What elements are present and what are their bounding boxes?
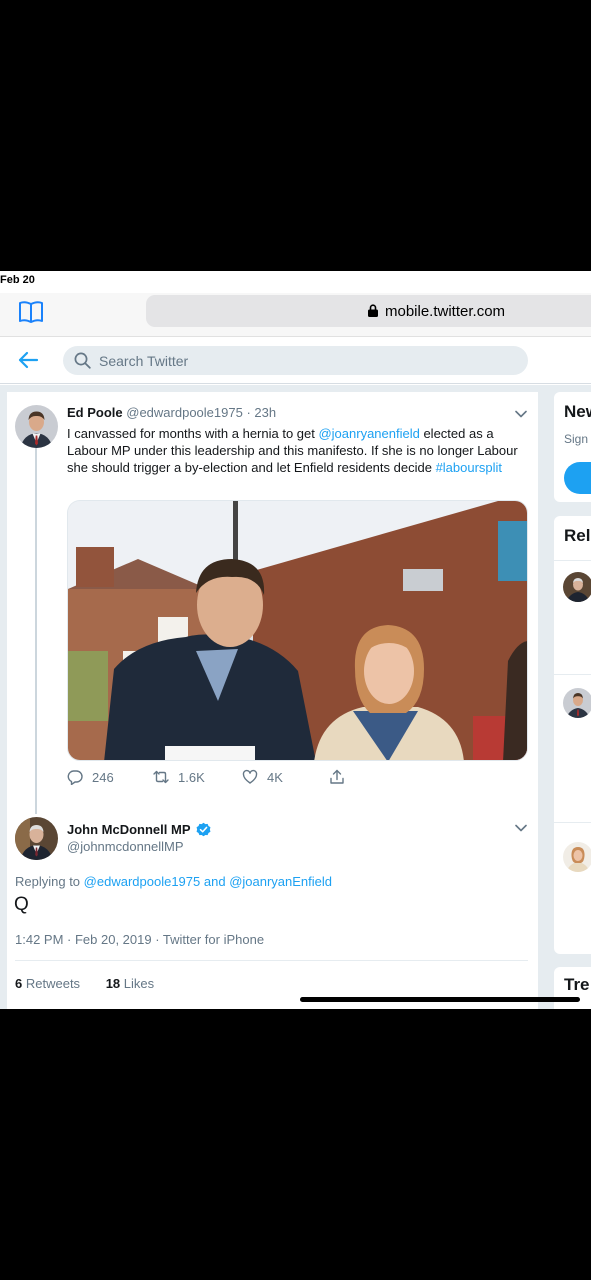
- likes-stat[interactable]: 18 Likes: [106, 976, 154, 991]
- tweet-text-part: I canvassed for months with a hernia to …: [67, 426, 319, 441]
- focused-author-name[interactable]: John McDonnell MP: [67, 822, 190, 837]
- search-icon: [74, 352, 91, 369]
- phone-screen: Feb 20 mobile.twitter.com Search Twitter…: [0, 271, 591, 1009]
- reply-action[interactable]: 246: [67, 767, 114, 787]
- chevron-down-icon[interactable]: [515, 824, 527, 832]
- home-indicator: [300, 997, 580, 1002]
- like-count: 4K: [267, 769, 283, 785]
- tweet-photo[interactable]: [67, 500, 528, 761]
- url-text: mobile.twitter.com: [385, 303, 506, 320]
- relevant-person-avatar[interactable]: [563, 842, 591, 872]
- tweet-thread: Ed Poole @edwardpoole1975 · 23h I canvas…: [7, 392, 538, 1009]
- retweets-label: Retweets: [25, 976, 81, 991]
- focused-author-handle[interactable]: @johnmcdonnellMP: [67, 839, 184, 854]
- reply-icon: [67, 770, 83, 785]
- retweet-total: 6: [15, 976, 23, 991]
- twitter-header: [0, 337, 591, 384]
- ed-poole-avatar[interactable]: [15, 405, 58, 448]
- divider: [554, 674, 591, 675]
- chevron-down-icon[interactable]: [515, 410, 527, 418]
- relevant-person-avatar[interactable]: [563, 688, 591, 718]
- likes-label: Likes: [123, 976, 155, 991]
- sign-up-button[interactable]: [564, 462, 591, 494]
- new-card-subtitle: Sign: [564, 432, 589, 446]
- parent-author-handle[interactable]: @edwardpoole1975: [126, 405, 243, 420]
- replying-mention-2[interactable]: @joanryanEnfield: [229, 874, 332, 889]
- divider: [554, 560, 591, 561]
- john-mcdonnell-avatar[interactable]: [15, 817, 58, 860]
- browser-toolbar: mobile.twitter.com: [0, 293, 591, 337]
- search-box[interactable]: [63, 346, 528, 375]
- new-to-twitter-card: New Sign: [554, 392, 591, 502]
- lock-icon: [368, 304, 378, 317]
- divider: [15, 960, 528, 961]
- retweet-action[interactable]: 1.6K: [153, 767, 205, 787]
- like-icon: [242, 769, 258, 784]
- replying-mention-1[interactable]: @edwardpoole1975: [84, 874, 201, 889]
- trends-card-title: Tre: [564, 975, 590, 994]
- mention-link[interactable]: @joanryanenfield: [318, 426, 419, 441]
- retweet-icon: [153, 770, 169, 784]
- content-area: Ed Poole @edwardpoole1975 · 23h I canvas…: [0, 385, 591, 1009]
- focused-author-name-row: John McDonnell MP: [67, 822, 211, 837]
- new-card-title: New: [564, 402, 591, 421]
- status-date: Feb 20: [0, 274, 35, 286]
- relevant-people-card: Rele: [554, 516, 591, 954]
- parent-tweet-time[interactable]: 23h: [254, 405, 276, 420]
- trends-card: Tre: [554, 967, 591, 1009]
- relevant-person-avatar[interactable]: [563, 572, 591, 602]
- back-arrow-icon[interactable]: [17, 350, 39, 370]
- like-total: 18: [105, 976, 121, 991]
- bookmarks-icon[interactable]: [18, 300, 44, 324]
- retweet-count: 1.6K: [178, 769, 205, 785]
- tweet-actions: 246 1.6K 4K: [67, 767, 367, 787]
- address-bar[interactable]: mobile.twitter.com: [146, 295, 591, 327]
- status-bar: Feb 20: [0, 271, 591, 293]
- retweets-stat[interactable]: 6 Retweets: [15, 976, 80, 991]
- hashtag-link[interactable]: #laboursplit: [436, 460, 503, 475]
- focused-tweet-text: Q: [14, 894, 29, 915]
- verified-badge-icon: [196, 822, 211, 837]
- parent-tweet-text: I canvassed for months with a hernia to …: [67, 425, 529, 476]
- tweet-timestamp[interactable]: 1:42 PM · Feb 20, 2019 · Twitter for iPh…: [15, 932, 264, 947]
- replying-prefix: Replying to: [15, 874, 81, 889]
- reply-count: 246: [92, 769, 114, 785]
- time-separator: ·: [246, 405, 251, 420]
- divider: [554, 822, 591, 823]
- parent-tweet-header: Ed Poole @edwardpoole1975 · 23h: [67, 405, 276, 420]
- parent-author-name[interactable]: Ed Poole: [67, 405, 123, 420]
- replying-to: Replying to @edwardpoole1975 and @joanry…: [15, 874, 332, 889]
- relevant-card-title: Rele: [564, 526, 591, 545]
- like-action[interactable]: 4K: [242, 767, 283, 787]
- share-action[interactable]: [329, 767, 354, 787]
- replying-joiner: and: [203, 874, 226, 889]
- search-input[interactable]: [99, 350, 499, 371]
- share-icon: [330, 769, 344, 784]
- tweet-stats: 6 Retweets 18 Likes: [15, 976, 176, 991]
- thread-connector-line: [35, 448, 37, 814]
